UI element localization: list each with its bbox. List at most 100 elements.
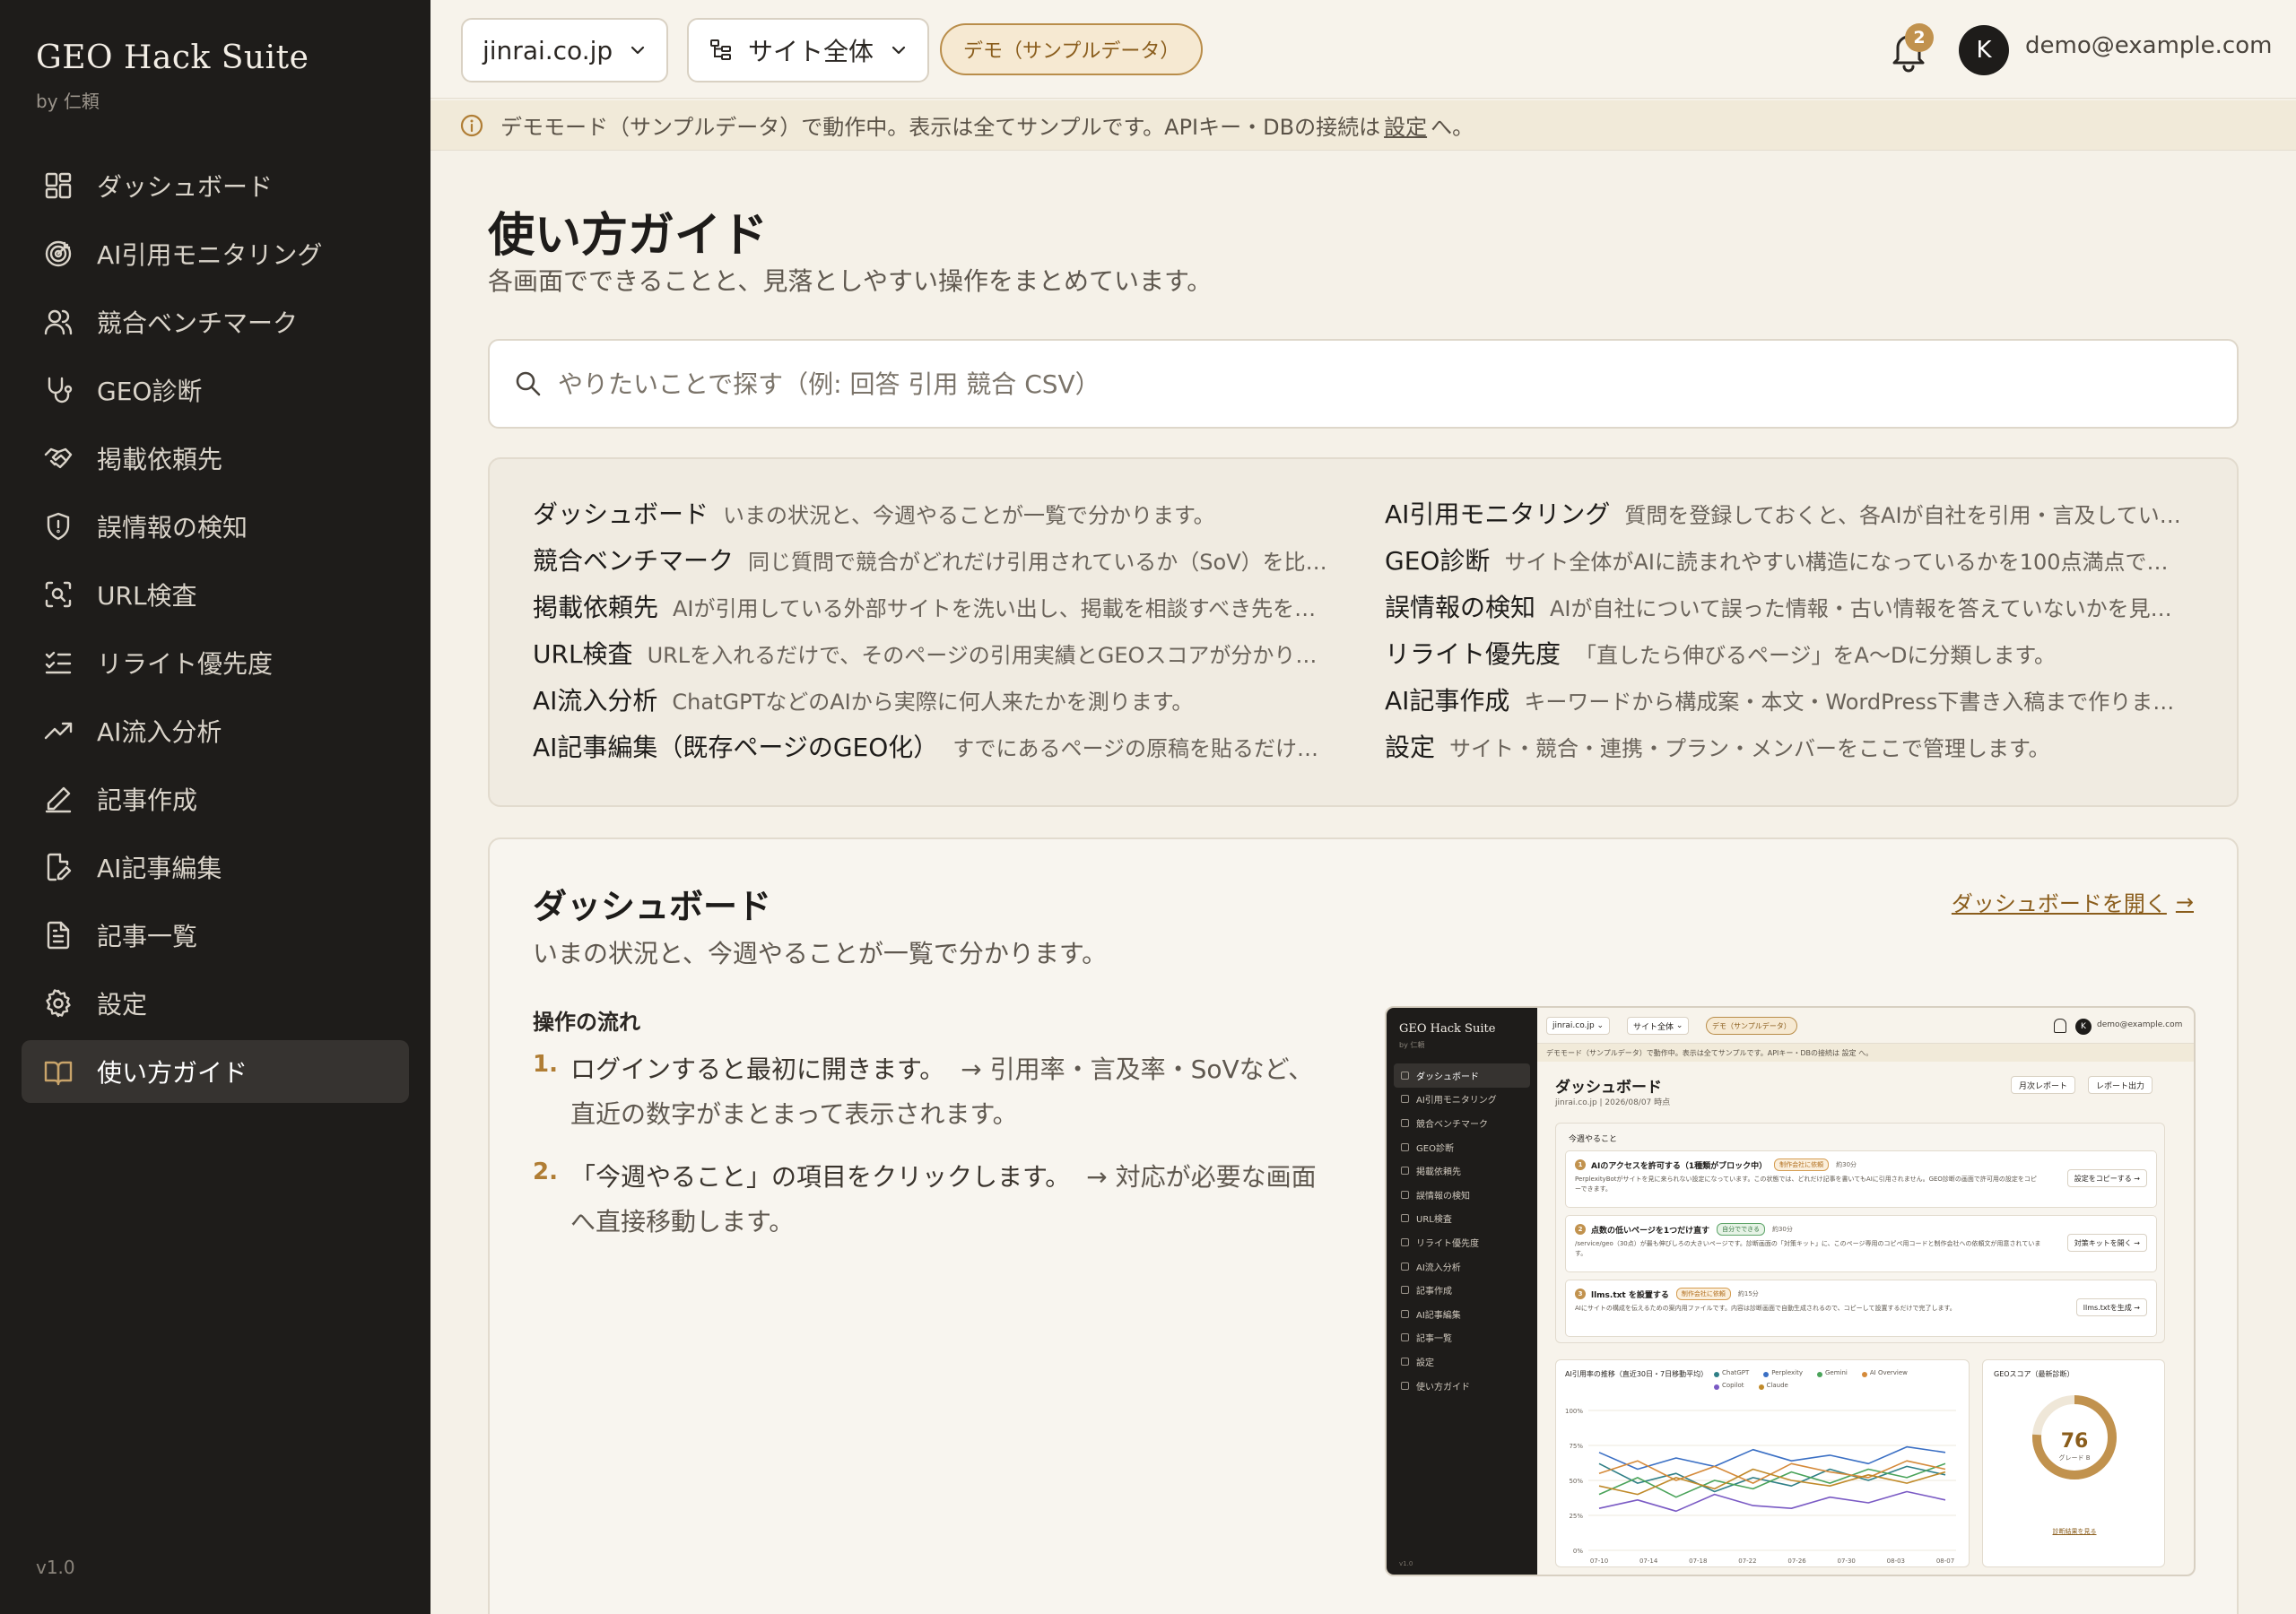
sidebar-item-13[interactable]: 設定 xyxy=(22,972,409,1035)
sidebar-item-1[interactable]: ダッシュボード xyxy=(22,154,409,217)
guide-index-name: GEO診断 xyxy=(1385,546,1491,576)
flow-title: 操作の流れ xyxy=(533,1010,640,1035)
sidebar-item-7[interactable]: URL検査 xyxy=(22,563,409,626)
sidebar-item-label: 記事一覧 xyxy=(97,922,198,951)
legend-swatch xyxy=(1861,1371,1867,1377)
gear-icon xyxy=(43,988,74,1019)
sidebar-item-label: AI引用モニタリング xyxy=(97,240,323,270)
preview-site-select: jinrai.co.jp ⌄ xyxy=(1546,1017,1611,1035)
x-tick-label: 07-30 xyxy=(1838,1558,1856,1565)
banner-settings-link[interactable]: 設定 xyxy=(1384,109,1427,141)
preview-task-num: 3 xyxy=(1575,1289,1586,1299)
demo-mode-banner: デモモード（サンプルデータ）で動作中。表示は全てサンプルです。APIキー・DBの… xyxy=(430,100,2296,151)
guide-index-item[interactable]: 掲載依頼先 AIが引用している外部サイトを洗い出し、掲載を相談すべき先を… xyxy=(533,588,1340,635)
preview-task-head: 3 llms.txt を設置する 制作会社に依頼 約15分 xyxy=(1575,1288,1759,1300)
guide-index-item[interactable]: 競合ベンチマーク 同じ質問で競合がどれだけ引用されているか（SoV）を比… xyxy=(533,542,1340,588)
preview-nav-label: 記事一覧 xyxy=(1416,1334,1452,1345)
sidebar-item-label: AI記事編集 xyxy=(97,854,222,883)
scope-select-value: サイト全体 xyxy=(748,37,874,66)
preview-task-title: AIのアクセスを許可する（1種類がブロック中） xyxy=(1591,1161,1768,1171)
legend-swatch xyxy=(1758,1384,1764,1390)
sidebar-item-9[interactable]: AI流入分析 xyxy=(22,699,409,762)
guide-index-item[interactable]: 誤情報の検知 AIが自社について誤った情報・古い情報を答えていないかを見… xyxy=(1385,588,2192,635)
sidebar-item-10[interactable]: 記事作成 xyxy=(22,768,409,830)
x-tick-label: 07-22 xyxy=(1738,1558,1756,1565)
sidebar-item-11[interactable]: AI記事編集 xyxy=(22,836,409,898)
legend-item: Copilot xyxy=(1714,1382,1752,1392)
sidebar-item-14[interactable]: 使い方ガイド xyxy=(22,1040,409,1103)
user-email[interactable]: demo@example.com xyxy=(2025,32,2272,59)
guide-index-desc: サイト・競合・連携・プラン・メンバーをここで管理します。 xyxy=(1449,736,2050,761)
guide-index-item[interactable]: AI引用モニタリング 質問を登録しておくと、各AIが自社を引用・言及してい… xyxy=(1385,495,2192,542)
guide-index-name: 設定 xyxy=(1385,733,1436,762)
preview-nav-icon xyxy=(1401,1095,1409,1104)
guide-index-desc: キーワードから構成案・本文・WordPress下書き入稿まで作りま… xyxy=(1524,690,2175,715)
x-tick-label: 07-14 xyxy=(1639,1558,1658,1565)
preview-nav-icon xyxy=(1401,1262,1409,1271)
dashboard-icon xyxy=(43,170,74,201)
preview-nav-label: AI引用モニタリング xyxy=(1416,1096,1497,1106)
x-tick-label: 07-26 xyxy=(1787,1558,1806,1565)
preview-nav-label: リライト優先度 xyxy=(1416,1238,1479,1249)
step-number: 1. xyxy=(533,1051,558,1078)
info-icon xyxy=(460,114,483,136)
banner-text-tail: へ。 xyxy=(1431,115,1474,140)
preview-score-link: 診断結果を見る xyxy=(2052,1528,2097,1535)
avatar[interactable]: K xyxy=(1959,25,2009,75)
preview-bell-icon xyxy=(2054,1019,2066,1033)
guide-index-item[interactable]: AI記事編集（既存ページのGEO化） すでにあるページの原稿を貼るだけ… xyxy=(533,728,1340,775)
open-dashboard-link[interactable]: ダッシュボードを開く → xyxy=(1952,886,2194,917)
preview-task-tag: 自分でできる xyxy=(1717,1223,1765,1236)
search-icon xyxy=(516,371,541,396)
sidebar-item-4[interactable]: GEO診断 xyxy=(22,359,409,421)
preview-nav-label: 記事作成 xyxy=(1416,1287,1452,1297)
sidebar-item-label: 掲載依頼先 xyxy=(97,445,223,474)
section-subtitle: いまの状況と、今週やることが一覧で分かります。 xyxy=(533,939,1108,968)
preview-nav-item: AI流入分析 xyxy=(1394,1254,1530,1279)
guide-index-name: AI流入分析 xyxy=(533,686,658,716)
sidebar-item-3[interactable]: 競合ベンチマーク xyxy=(22,291,409,353)
preview-email: demo@example.com xyxy=(2097,1020,2183,1029)
preview-banner: デモモード（サンプルデータ）で動作中。表示は全てサンプルです。APIキー・DBの… xyxy=(1537,1044,2194,1062)
scope-select[interactable]: サイト全体 xyxy=(687,18,930,82)
site-select[interactable]: jinrai.co.jp xyxy=(461,18,669,82)
preview-nav-label: GEO診断 xyxy=(1416,1143,1454,1154)
preview-version: v1.0 xyxy=(1399,1560,1413,1567)
banner-text: デモモード（サンプルデータ）で動作中。表示は全てサンプルです。APIキー・DBの… xyxy=(500,115,1381,140)
sidebar-item-2[interactable]: AI引用モニタリング xyxy=(22,222,409,285)
search-input[interactable] xyxy=(558,369,2172,399)
preview-nav-label: ダッシュボード xyxy=(1416,1072,1479,1082)
guide-index-item[interactable]: AI流入分析 ChatGPTなどのAIから実際に何人来たかを測ります。 xyxy=(533,681,1340,728)
guide-index-item[interactable]: GEO診断 サイト全体がAIに読まれやすい構造になっているかを100点満点で… xyxy=(1385,542,2192,588)
preview-task-button: 設定をコピーする → xyxy=(2066,1169,2147,1187)
guide-index-item[interactable]: AI記事作成 キーワードから構成案・本文・WordPress下書き入稿まで作りま… xyxy=(1385,681,2192,728)
guide-index-item[interactable]: 設定 サイト・競合・連携・プラン・メンバーをここで管理します。 xyxy=(1385,728,2192,775)
preview-title: ダッシュボード xyxy=(1555,1079,1662,1097)
preview-task-head: 1 AIのアクセスを許可する（1種類がブロック中） 制作会社に依頼 約30分 xyxy=(1575,1158,1857,1171)
brand[interactable]: GEO Hack Suite by 仁頼 xyxy=(36,39,309,113)
y-tick-label: 0% xyxy=(1573,1548,1583,1555)
sidebar-item-label: ダッシュボード xyxy=(97,172,274,202)
legend-item: Perplexity xyxy=(1763,1369,1810,1379)
guide-index-name: AI記事編集（既存ページのGEO化） xyxy=(533,733,939,762)
dashboard-preview-image: GEO Hack Suite by 仁頼 ダッシュボード AI引用モニタリング 競合… xyxy=(1385,1006,2196,1576)
preview-nav-label: AI流入分析 xyxy=(1416,1263,1461,1273)
legend-item: AI Overview xyxy=(1861,1369,1915,1379)
demo-badge: デモ（サンプルデータ） xyxy=(940,23,1204,75)
preview-nav-label: 誤情報の検知 xyxy=(1416,1191,1470,1202)
guide-index-name: 掲載依頼先 xyxy=(533,593,659,622)
preview-task-time: 約30分 xyxy=(1836,1161,1857,1168)
sidebar-item-5[interactable]: 掲載依頼先 xyxy=(22,427,409,490)
guide-index-desc: すでにあるページの原稿を貼るだけ… xyxy=(952,736,1319,761)
guide-index-item[interactable]: URL検査 URLを入れるだけで、そのページの引用実績とGEOスコアが分かり… xyxy=(533,635,1340,681)
sidebar-item-6[interactable]: 誤情報の検知 xyxy=(22,495,409,558)
preview-brand-sub: by 仁頼 xyxy=(1399,1041,1425,1049)
preview-nav-icon xyxy=(1401,1118,1409,1127)
sidebar-item-12[interactable]: 記事一覧 xyxy=(22,904,409,967)
legend-label: AI Overview xyxy=(1869,1369,1908,1376)
sidebar-item-8[interactable]: リライト優先度 xyxy=(22,631,409,694)
guide-search[interactable] xyxy=(488,339,2239,429)
topbar: jinrai.co.jp サイト全体 デモ（サンプルデータ） 2 K demo@… xyxy=(430,0,2296,99)
guide-index-item[interactable]: リライト優先度 「直したら伸びるページ」をA〜Dに分類します。 xyxy=(1385,635,2192,681)
guide-index-item[interactable]: ダッシュボード いまの状況と、今週やることが一覧で分かります。 xyxy=(533,495,1340,542)
